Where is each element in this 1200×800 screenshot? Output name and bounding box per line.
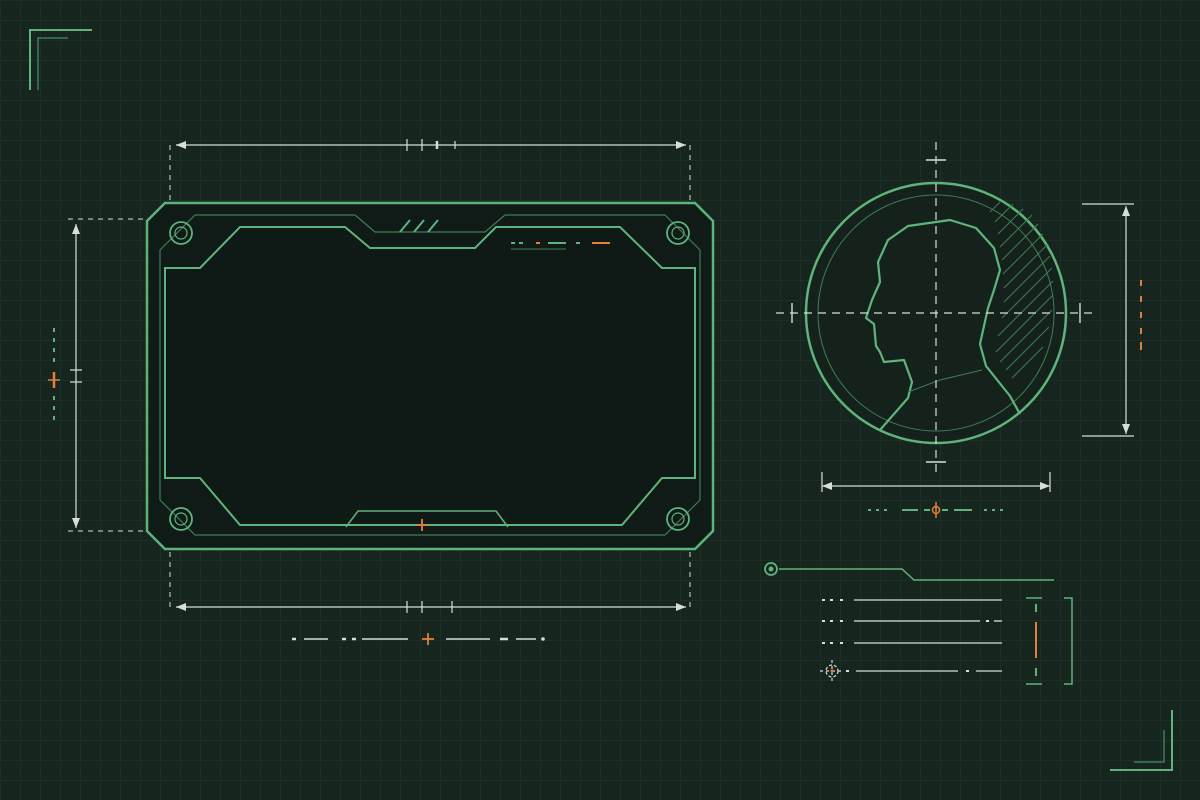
frame-screen-area [164,226,696,526]
hud-blueprint-canvas [0,0,1200,800]
display-frame [145,201,715,551]
hud-blueprint-svg [0,0,1200,800]
